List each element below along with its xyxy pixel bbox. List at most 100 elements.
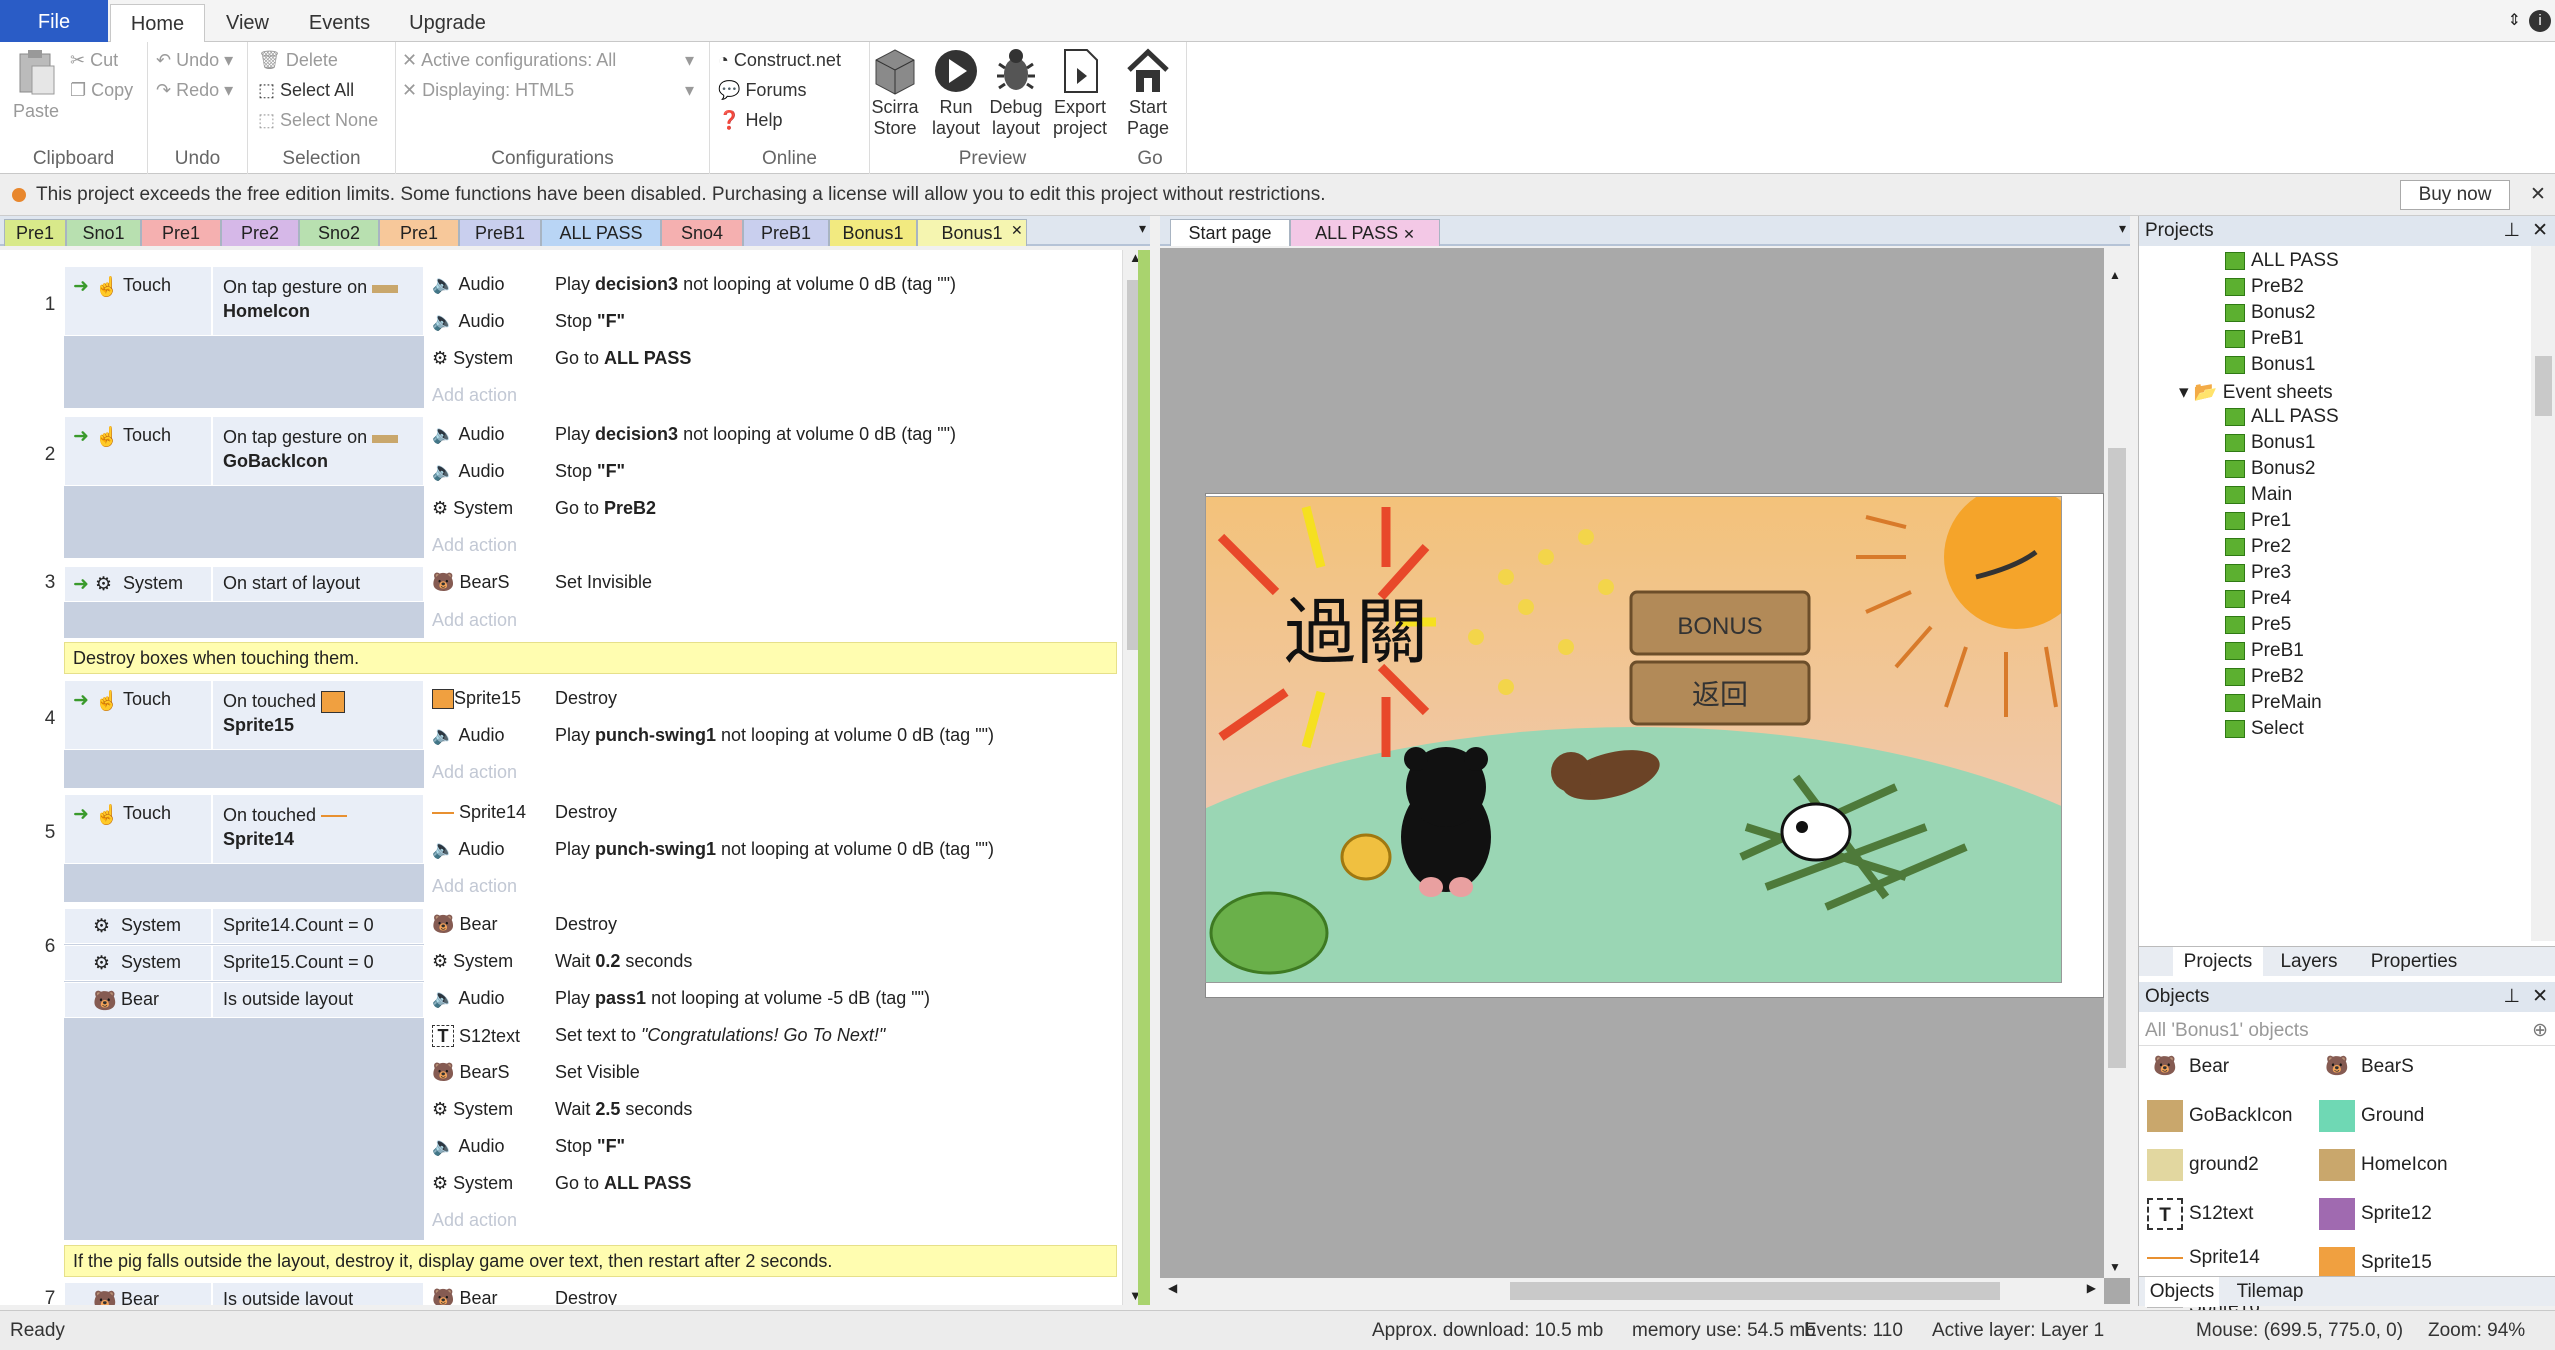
tab-layers[interactable]: Layers (2269, 947, 2349, 977)
action-text[interactable]: Destroy (555, 1288, 617, 1305)
help-link[interactable]: ❓ Help (718, 110, 782, 131)
tab-sheet-sno4[interactable]: Sno4 (661, 219, 743, 246)
tab-start-page[interactable]: Start page (1170, 219, 1290, 246)
tree-item[interactable]: ALL PASS (2225, 250, 2339, 272)
condition-text[interactable]: On tap gesture on HomeIcon (212, 266, 424, 336)
condition-object[interactable]: ➜ ☝ Touch (64, 794, 212, 864)
action-text[interactable]: Destroy (555, 688, 617, 709)
tab-sheet-pre1[interactable]: Pre1 (379, 219, 459, 246)
scroll-thumb[interactable] (1510, 1282, 2000, 1300)
tree-item[interactable]: ALL PASS (2225, 406, 2339, 428)
object-ground2[interactable]: ground2 (2147, 1149, 2259, 1181)
tree-item[interactable]: Select (2225, 718, 2304, 740)
tree-folder[interactable]: ▾ 📂 Event sheets (2179, 380, 2333, 404)
action-text[interactable]: Set text to "Congratulations! Go To Next… (555, 1025, 885, 1046)
tree-item[interactable]: Bonus2 (2225, 458, 2315, 480)
delete-button[interactable]: 🗑 Delete (258, 50, 338, 71)
action-text[interactable]: Stop "F" (555, 461, 625, 482)
event-row[interactable]: 4 ➜ ☝ Touch On touched Sprite15 Sprite15 D… (0, 680, 1118, 788)
action-bear[interactable]: 🐻 Bear (432, 914, 497, 935)
tab-tilemap[interactable]: Tilemap (2225, 1277, 2315, 1307)
tab-sheet-preb1[interactable]: PreB1 (743, 219, 829, 246)
pin-icon[interactable]: ⊥ (2503, 216, 2520, 246)
cut-button[interactable]: ✂ Cut (70, 50, 118, 71)
condition-text[interactable]: Sprite15.Count = 0 (212, 945, 424, 981)
action-system[interactable]: ⚙ System (432, 348, 513, 369)
action-text[interactable]: Stop "F" (555, 1136, 625, 1157)
condition-text[interactable]: On start of layout (212, 566, 424, 602)
condition-object[interactable]: ➜ ☝ Touch (64, 416, 212, 486)
object-ground[interactable]: Ground (2319, 1100, 2424, 1132)
tree-item[interactable]: PreB2 (2225, 666, 2304, 688)
undo-button[interactable]: ↶ Undo ▾ (156, 50, 233, 71)
action-bears[interactable]: 🐻 BearS (432, 1062, 509, 1083)
info-icon[interactable]: i (2529, 10, 2551, 32)
add-action-link[interactable]: Add action (432, 535, 517, 556)
action-text[interactable]: Play punch-swing1 not looping at volume … (555, 725, 994, 746)
tab-sheet-all-pass[interactable]: ALL PASS (541, 219, 661, 246)
action-text[interactable]: Set Visible (555, 1062, 640, 1083)
forums-link[interactable]: 💬 Forums (718, 80, 806, 101)
scroll-thumb[interactable] (2108, 448, 2126, 1068)
object-bears[interactable]: 🐻 BearS (2319, 1051, 2414, 1083)
action-text[interactable]: Set Invisible (555, 572, 652, 593)
add-action-link[interactable]: Add action (432, 385, 517, 406)
tree-item[interactable]: Bonus2 (2225, 302, 2315, 324)
action-text[interactable]: Play decision3 not looping at volume 0 d… (555, 424, 956, 445)
tree-item[interactable]: Bonus1 (2225, 432, 2315, 454)
condition-text[interactable]: On touched Sprite14 (212, 794, 424, 864)
condition-object[interactable]: ⚙ System (64, 945, 212, 981)
condition-object[interactable]: ⚙ System (64, 908, 212, 944)
tab-sheet-preb1[interactable]: PreB1 (459, 219, 541, 246)
objects-filter[interactable]: All 'Bonus1' objects ⊕ (2139, 1016, 2555, 1046)
redo-button[interactable]: ↷ Redo ▾ (156, 80, 233, 101)
comment-row[interactable]: Destroy boxes when touching them. (64, 642, 1117, 674)
action-audio[interactable]: 🔈 Audio (432, 461, 504, 482)
action-text[interactable]: Destroy (555, 802, 617, 823)
tree-item[interactable]: Bonus1 (2225, 354, 2315, 376)
export-project-button[interactable]: Export project (1050, 46, 1110, 139)
file-menu[interactable]: File (0, 0, 108, 42)
action-audio[interactable]: 🔈 Audio (432, 424, 504, 445)
tab-all-pass[interactable]: ALL PASS ✕ (1290, 219, 1440, 246)
event-row[interactable]: 1 ➜ ☝ Touch On tap gesture on HomeIcon 🔈 A… (0, 266, 1118, 408)
active-config-select[interactable]: ✕ Active configurations: All ▾ (402, 50, 702, 71)
tree-item[interactable]: PreB1 (2225, 640, 2304, 662)
game-scene[interactable]: 過關 BONUS 返回 (1205, 496, 2062, 983)
scroll-left-icon[interactable]: ◀ (1168, 1281, 1177, 1295)
action-audio[interactable]: 🔈 Audio (432, 839, 504, 860)
copy-button[interactable]: ❐ Copy (70, 80, 133, 101)
tab-sheet-bonus1[interactable]: Bonus1 (829, 219, 917, 246)
add-action-link[interactable]: Add action (432, 762, 517, 783)
tab-sheet-sno2[interactable]: Sno2 (299, 219, 379, 246)
add-action-link[interactable]: Add action (432, 1210, 517, 1231)
object-s12text[interactable]: T S12text (2147, 1198, 2253, 1230)
close-notice-icon[interactable]: ✕ (2530, 174, 2546, 216)
action-system[interactable]: ⚙ System (432, 1099, 513, 1120)
action-bear[interactable]: 🐻 Bear (432, 1288, 497, 1305)
condition-object[interactable]: ➜ ⚙ System (64, 566, 212, 602)
select-all-button[interactable]: ⬚ Select All (258, 80, 354, 101)
debug-layout-button[interactable]: Debug layout (988, 46, 1044, 139)
tree-item[interactable]: Pre5 (2225, 614, 2291, 636)
action-text[interactable]: Play pass1 not looping at volume -5 dB (… (555, 988, 930, 1009)
action-system[interactable]: ⚙ System (432, 498, 513, 519)
scroll-up-icon[interactable]: ▲ (2109, 268, 2121, 282)
tree-item[interactable]: Main (2225, 484, 2292, 506)
run-layout-button[interactable]: Run layout (930, 46, 982, 139)
tree-item[interactable]: PreMain (2225, 692, 2322, 714)
condition-text[interactable]: Sprite14.Count = 0 (212, 908, 424, 944)
condition-text[interactable]: Is outside layout (212, 1282, 424, 1305)
tree-item[interactable]: PreB2 (2225, 276, 2304, 298)
event-row[interactable]: 2 ➜ ☝ Touch On tap gesture on GoBackIcon 🔈… (0, 416, 1118, 558)
close-tab-icon[interactable]: ✕ (1403, 226, 1415, 242)
action-audio[interactable]: 🔈 Audio (432, 988, 504, 1009)
action-sprite15[interactable]: Sprite15 (432, 688, 521, 710)
tab-objects[interactable]: Objects (2145, 1277, 2219, 1307)
action-text[interactable]: Stop "F" (555, 311, 625, 332)
tree-scrollbar[interactable] (2531, 246, 2555, 941)
condition-text[interactable]: Is outside layout (212, 982, 424, 1018)
action-audio[interactable]: 🔈 Audio (432, 725, 504, 746)
condition-text[interactable]: On tap gesture on GoBackIcon (212, 416, 424, 486)
action-s12text[interactable]: T S12text (432, 1025, 520, 1047)
